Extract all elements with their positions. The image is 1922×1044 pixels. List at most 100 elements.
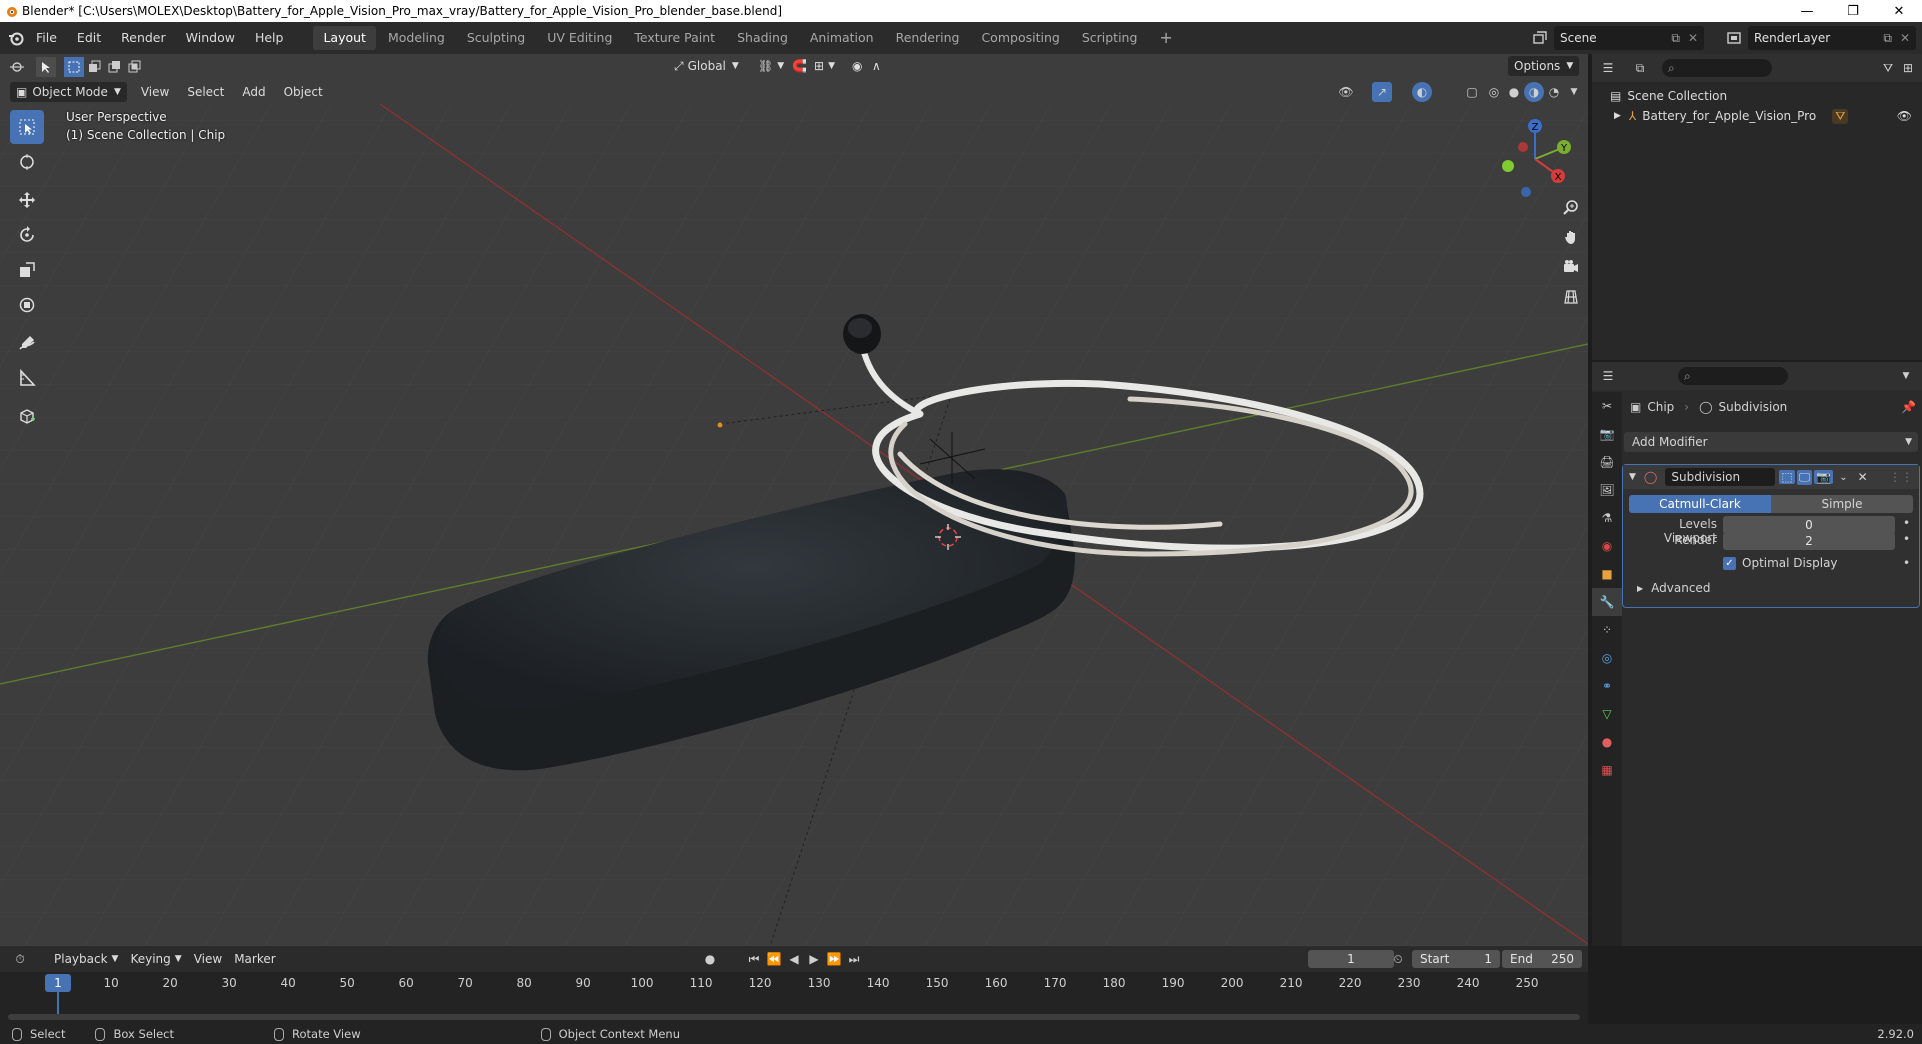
output-properties-tab[interactable]: 🖨 bbox=[1592, 448, 1622, 476]
marker-menu[interactable]: Marker bbox=[228, 949, 281, 969]
outliner-row-battery-object[interactable]: ▶ ⅄ Battery_for_Apple_Vision_Pro ⛛ 👁 bbox=[1592, 106, 1922, 126]
playback-menu[interactable]: Playback ▼ bbox=[48, 949, 124, 969]
visibility-selectability-icon[interactable]: 👁 bbox=[1336, 82, 1356, 102]
camera-view-icon[interactable] bbox=[1558, 254, 1584, 280]
new-scene-icon[interactable]: ⧉ bbox=[1671, 31, 1680, 46]
cursor-tool[interactable] bbox=[10, 145, 44, 179]
particles-properties-tab[interactable]: ⁘ bbox=[1592, 616, 1622, 644]
record-keyframe-icon[interactable]: ● bbox=[700, 949, 720, 969]
shading-options-chevron-icon[interactable]: ▼ bbox=[1564, 82, 1584, 102]
material-preview-shading-icon[interactable]: ◑ bbox=[1524, 81, 1544, 102]
editor-type-icon[interactable] bbox=[8, 57, 28, 77]
playhead-frame-indicator[interactable]: 1 bbox=[45, 974, 71, 992]
add-cube-tool[interactable] bbox=[10, 399, 44, 433]
outliner-row-scene-collection[interactable]: ▤ Scene Collection bbox=[1592, 86, 1922, 106]
3d-viewport[interactable]: ⤢ Global ▼ ⛓ ▼ 🧲 ⊞ ▼ ◉ ∧ Options ▼ ▣ Obj… bbox=[0, 54, 1588, 946]
blender-menu-icon[interactable] bbox=[6, 28, 26, 48]
optimal-display-checkbox[interactable]: ✓ Optimal Display bbox=[1723, 556, 1838, 570]
jump-start-icon[interactable]: ⏮ bbox=[744, 949, 764, 969]
ortho-perspective-toggle-icon[interactable] bbox=[1558, 284, 1584, 310]
pan-hand-icon[interactable] bbox=[1558, 224, 1584, 250]
zoom-icon[interactable] bbox=[1558, 194, 1584, 220]
menu-help[interactable]: Help bbox=[245, 22, 294, 54]
measure-tool[interactable] bbox=[10, 361, 44, 395]
menu-file[interactable]: File bbox=[26, 22, 67, 54]
scene-properties-tab[interactable]: ⚗ bbox=[1592, 504, 1622, 532]
modifier-name-field[interactable]: Subdivision bbox=[1665, 468, 1776, 486]
timeline-view-menu[interactable]: View bbox=[188, 949, 228, 969]
maximize-button[interactable]: ❐ bbox=[1830, 0, 1876, 22]
gizmo-neg-z-axis[interactable] bbox=[1521, 187, 1531, 197]
modifier-dropdown-icon[interactable]: ⌄ bbox=[1839, 472, 1847, 483]
drag-handle-icon[interactable]: ⋮⋮ bbox=[1889, 470, 1913, 484]
scene-name-field[interactable]: Scene ⧉ ✕ bbox=[1554, 26, 1704, 50]
tab-scripting[interactable]: Scripting bbox=[1072, 26, 1148, 50]
close-button[interactable]: ✕ bbox=[1876, 0, 1922, 22]
new-view-layer-icon[interactable]: ⧉ bbox=[1883, 31, 1892, 46]
tab-sculpting[interactable]: Sculpting bbox=[457, 26, 535, 50]
timeline-track-area[interactable]: 1102030405060708090100110120130140150160… bbox=[0, 972, 1588, 1024]
tab-modeling[interactable]: Modeling bbox=[378, 26, 455, 50]
keyframe-dot-icon[interactable]: • bbox=[1903, 556, 1910, 570]
solid-shading-icon[interactable]: ● bbox=[1504, 82, 1524, 102]
tab-uv-editing[interactable]: UV Editing bbox=[537, 26, 622, 50]
wireframe-shading-icon[interactable]: ◎ bbox=[1484, 82, 1504, 102]
menu-window[interactable]: Window bbox=[176, 22, 245, 54]
render-properties-tab[interactable]: 📷 bbox=[1592, 420, 1622, 448]
gizmo-toggle-icon[interactable]: ↗ bbox=[1372, 81, 1392, 102]
filter-icon[interactable]: ⛛ bbox=[1878, 58, 1898, 78]
tab-animation[interactable]: Animation bbox=[800, 26, 884, 50]
pin-icon[interactable]: 📌 bbox=[1901, 400, 1916, 414]
preview-range-icon[interactable]: ⏲ bbox=[1388, 949, 1408, 969]
tab-layout[interactable]: Layout bbox=[313, 26, 376, 50]
tool-properties-tab[interactable]: ✂ bbox=[1592, 392, 1622, 420]
tab-texture-paint[interactable]: Texture Paint bbox=[624, 26, 725, 50]
eye-icon[interactable]: 👁 bbox=[1897, 109, 1912, 123]
end-frame-field[interactable]: End 250 bbox=[1502, 950, 1582, 968]
snap-target-dropdown[interactable]: ⊞ ▼ bbox=[808, 56, 841, 76]
view-layer-icon[interactable] bbox=[1724, 28, 1744, 48]
scene-selector-icon[interactable] bbox=[1530, 28, 1550, 48]
xray-toggle-icon[interactable]: ▢ bbox=[1462, 82, 1482, 102]
add-modifier-dropdown[interactable]: Add Modifier ▼ bbox=[1624, 432, 1918, 452]
select-new-icon[interactable] bbox=[64, 56, 84, 77]
render-levels-field[interactable]: 2 bbox=[1723, 532, 1895, 550]
select-intersect-icon[interactable] bbox=[124, 57, 144, 77]
delete-scene-icon[interactable]: ✕ bbox=[1688, 31, 1698, 45]
material-properties-tab[interactable]: ● bbox=[1592, 728, 1622, 756]
keyframe-dot-icon[interactable]: • bbox=[1903, 516, 1910, 530]
keyframe-dot-icon[interactable]: • bbox=[1903, 532, 1910, 546]
play-icon[interactable]: ▶ bbox=[804, 949, 824, 969]
rendered-shading-icon[interactable]: ◔ bbox=[1544, 82, 1564, 102]
gizmo-neg-x-axis[interactable] bbox=[1518, 142, 1528, 152]
delete-view-layer-icon[interactable]: ✕ bbox=[1900, 31, 1910, 45]
data-properties-tab[interactable]: ▽ bbox=[1592, 700, 1622, 728]
keying-menu[interactable]: Keying ▼ bbox=[124, 949, 187, 969]
transform-tool[interactable] bbox=[10, 288, 44, 322]
menu-render[interactable]: Render bbox=[111, 22, 176, 54]
outliner-search-input[interactable]: ⌕ bbox=[1662, 59, 1772, 77]
view-menu[interactable]: View bbox=[135, 82, 175, 102]
timeline-scrollbar[interactable] bbox=[8, 1014, 1580, 1020]
view-layer-properties-tab[interactable]: 🖼 bbox=[1592, 476, 1622, 504]
navigation-gizmo[interactable]: Z Y X bbox=[1490, 114, 1580, 204]
advanced-subpanel-toggle[interactable]: ▶ Advanced bbox=[1637, 581, 1710, 595]
select-menu[interactable]: Select bbox=[181, 82, 230, 102]
select-tool-mode-icon[interactable] bbox=[36, 56, 56, 77]
tab-compositing[interactable]: Compositing bbox=[971, 26, 1069, 50]
proportional-falloff-dropdown[interactable]: ∧ bbox=[866, 56, 887, 76]
select-subtract-icon[interactable] bbox=[104, 57, 124, 77]
transform-orientation-dropdown[interactable]: ⤢ Global ▼ bbox=[668, 56, 745, 76]
jump-keyframe-back-icon[interactable]: ⏪ bbox=[764, 949, 784, 969]
annotate-tool[interactable] bbox=[10, 326, 44, 360]
constraints-properties-tab[interactable]: ⚭ bbox=[1592, 672, 1622, 700]
modifier-properties-tab[interactable]: 🔧 bbox=[1592, 588, 1622, 616]
select-extend-icon[interactable] bbox=[84, 57, 104, 77]
object-menu[interactable]: Object bbox=[278, 82, 329, 102]
tab-shading[interactable]: Shading bbox=[727, 26, 798, 50]
gizmo-neg-y-axis[interactable] bbox=[1502, 160, 1514, 172]
properties-editor-type-icon[interactable]: ☰ bbox=[1598, 366, 1618, 386]
view-layer-field[interactable]: RenderLayer ⧉ ✕ bbox=[1748, 26, 1916, 50]
play-reverse-icon[interactable]: ◀ bbox=[784, 949, 804, 969]
tab-rendering[interactable]: Rendering bbox=[886, 26, 970, 50]
